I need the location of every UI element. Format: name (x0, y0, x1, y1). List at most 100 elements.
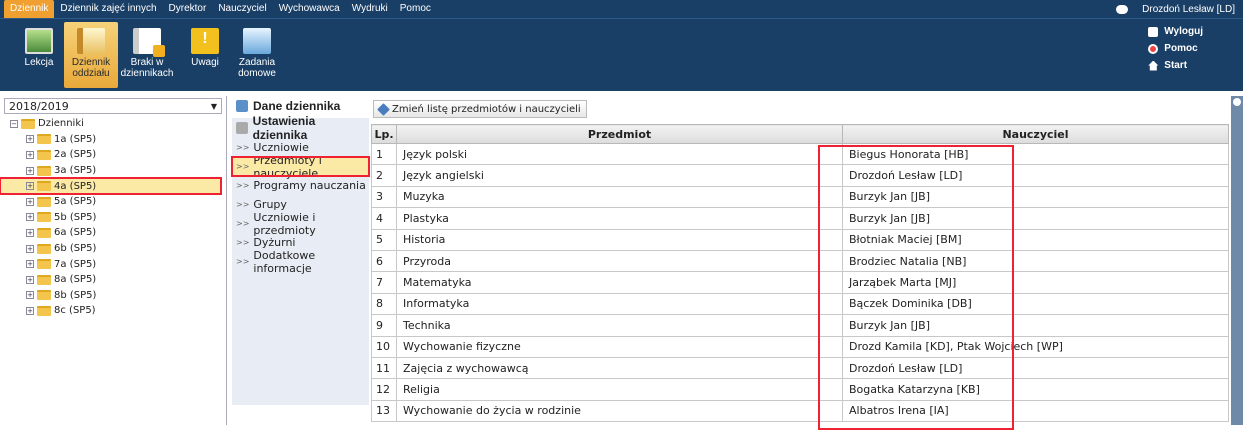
nav-link[interactable]: >> Uczniowie i przedmioty (232, 211, 369, 237)
tree-item-class[interactable]: +3a (SP5) (10, 163, 226, 179)
lock-icon (1148, 26, 1159, 37)
table-header-row: Lp. Przedmiot Nauczyciel (371, 124, 1229, 144)
lekcja-button[interactable]: Lekcja (12, 22, 66, 88)
tree-item-class[interactable]: +5a (SP5) (10, 194, 226, 210)
ustawienia-header[interactable]: Ustawienia dziennika (232, 114, 369, 142)
cell-nauczyciel: Albatros Irena [IA] (842, 399, 1229, 423)
start-label: Start (1164, 60, 1188, 71)
panel-toggle-icon[interactable] (1233, 98, 1241, 106)
menu-wydruki[interactable]: Wydruki (346, 0, 394, 18)
expand-icon: + (26, 260, 34, 269)
cell-przedmiot: Technika (396, 314, 843, 337)
cell-lp: 11 (371, 356, 397, 380)
cell-nauczyciel: Drozdoń Lesław [LD] (842, 356, 1229, 380)
toolbar: Lekcja Dziennik oddziału Braki w dzienni… (0, 18, 1243, 91)
expand-icon: + (26, 150, 34, 159)
table-row[interactable]: 8 Informatyka Bączek Dominika [DB] (371, 292, 1229, 316)
tree-item-class[interactable]: +6b (SP5) (10, 241, 226, 257)
class-label: 4a (SP5) (54, 180, 97, 192)
dane-label: Dane dziennika (253, 99, 341, 113)
table-row[interactable]: 12 Religia Bogatka Katarzyna [KB] (371, 378, 1229, 401)
menu-dziennik[interactable]: Dziennik (4, 0, 55, 18)
nav-label: Dodatkowe informacje (253, 248, 316, 275)
table-row[interactable]: 13 Wychowanie do życia w rodzinie Albatros… (371, 399, 1229, 423)
expand-icon: + (26, 306, 34, 315)
nav-link[interactable]: >> Programy nauczania (232, 176, 369, 195)
folder-icon (37, 149, 51, 160)
table-row[interactable]: 11 Zajęcia z wychowawcą Drozdoń Lesław [LD… (371, 356, 1229, 380)
table-row[interactable]: 1 Język polski Biegus Honorata [HB] (371, 142, 1229, 166)
blackboard-icon (25, 28, 53, 54)
nav-link[interactable]: >> Dodatkowe informacje (232, 249, 369, 275)
table-row[interactable]: 7 Matematyka Jarząbek Marta [MJ] (371, 271, 1229, 294)
table-row[interactable]: 3 Muzyka Burzyk Jan [JB] (371, 185, 1229, 209)
cell-nauczyciel: Burzyk Jan [JB] (842, 185, 1229, 209)
cell-przedmiot: Język angielski (396, 164, 843, 187)
settings-box: Ustawienia dziennika >> Uczniowie >> Przedm… (231, 114, 370, 405)
logout-label: Wyloguj (1164, 26, 1203, 37)
tree-item-class[interactable]: +7a (SP5) (10, 256, 226, 272)
tree-item-class[interactable]: +8b (SP5) (10, 288, 226, 304)
cell-nauczyciel: Burzyk Jan [JB] (842, 314, 1229, 337)
chevron-down-icon: ▼ (210, 101, 217, 111)
table-row[interactable]: 2 Język angielski Drozdoń Lesław [LD] (371, 164, 1229, 187)
expand-icon: + (26, 228, 34, 237)
tree-item-class[interactable]: +1a (SP5) (10, 132, 226, 148)
data-icon (236, 100, 248, 112)
expand-icon: + (26, 135, 34, 144)
help-link[interactable]: Pomoc (1148, 40, 1203, 57)
uwagi-button[interactable]: Uwagi (178, 22, 232, 88)
class-label: 8c (SP5) (54, 305, 96, 317)
table-row[interactable]: 5 Historia Błotniak Maciej [BM] (371, 228, 1229, 251)
tree-item-class[interactable]: +5b (SP5) (10, 210, 226, 226)
logout-link[interactable]: Wyloguj (1148, 23, 1203, 40)
expand-icon: + (26, 275, 34, 284)
table-row[interactable]: 4 Plastyka Burzyk Jan [JB] (371, 207, 1229, 230)
dane-dziennika-header[interactable]: Dane dziennika (232, 96, 369, 116)
cell-przedmiot: Wychowanie fizyczne (396, 335, 843, 358)
dziennik-oddzialu-button[interactable]: Dziennik oddziału (64, 22, 118, 88)
nav-link[interactable]: >> Przedmioty i nauczyciele (231, 154, 370, 180)
cell-nauczyciel: Drozdoń Lesław [LD] (842, 164, 1229, 187)
folder-icon (37, 134, 51, 145)
menu-dziennik-zajec-innych[interactable]: Dziennik zajęć innych (54, 0, 162, 18)
dziennik-label: Dziennik oddziału (71, 57, 111, 79)
cell-lp: 13 (371, 399, 397, 423)
tree-root[interactable]: − Dzienniki (10, 116, 226, 132)
start-link[interactable]: Start (1148, 57, 1203, 74)
menu-pomoc[interactable]: Pomoc (394, 0, 437, 18)
table-row[interactable]: 10 Wychowanie fizyczne Drozd Kamila [KD], … (371, 335, 1229, 358)
class-label: 6b (SP5) (54, 243, 97, 255)
table-row[interactable]: 6 Przyroda Brodziec Natalia [NB] (371, 249, 1229, 273)
chevron-right-icon: >> (236, 238, 250, 247)
tree-item-class[interactable]: +8a (SP5) (10, 272, 226, 288)
change-subjects-button[interactable]: Zmień listę przedmiotów i nauczycieli (373, 100, 587, 118)
folder-icon (37, 196, 51, 207)
menu-nauczyciel[interactable]: Nauczyciel (212, 0, 272, 18)
side-strip[interactable] (1231, 96, 1243, 425)
cell-nauczyciel: Brodziec Natalia [NB] (842, 249, 1229, 273)
tree-item-class[interactable]: +6a (SP5) (10, 225, 226, 241)
help-label: Pomoc (1164, 43, 1198, 54)
chat-icon[interactable] (1116, 4, 1129, 14)
header-lp: Lp. (371, 124, 397, 144)
tree-item-class[interactable]: +8c (SP5) (10, 303, 226, 319)
book-icon (77, 28, 105, 54)
folder-icon (37, 165, 51, 176)
year-select[interactable]: 2018/2019 ▼ (4, 98, 222, 114)
tree-item-class[interactable]: +4a (SP5) (0, 177, 222, 195)
class-label: 5b (SP5) (54, 211, 97, 223)
chevron-right-icon: >> (236, 200, 250, 209)
cell-lp: 7 (371, 271, 397, 294)
cell-nauczyciel: Jarząbek Marta [MJ] (842, 271, 1229, 294)
tree-item-class[interactable]: +2a (SP5) (10, 147, 226, 163)
cell-nauczyciel: Bączek Dominika [DB] (842, 292, 1229, 316)
table-row[interactable]: 9 Technika Burzyk Jan [JB] (371, 314, 1229, 337)
zadania-button[interactable]: Zadania domowe (230, 22, 284, 88)
menu-dyrektor[interactable]: Dyrektor (163, 0, 213, 18)
menu-wychowawca[interactable]: Wychowawca (273, 0, 346, 18)
braki-button[interactable]: Braki w dziennikach (120, 22, 174, 88)
expand-icon: + (26, 182, 34, 191)
user-name[interactable]: Drozdoń Lesław [LD] (1142, 4, 1235, 15)
tree-root-label: Dzienniki (38, 118, 84, 130)
